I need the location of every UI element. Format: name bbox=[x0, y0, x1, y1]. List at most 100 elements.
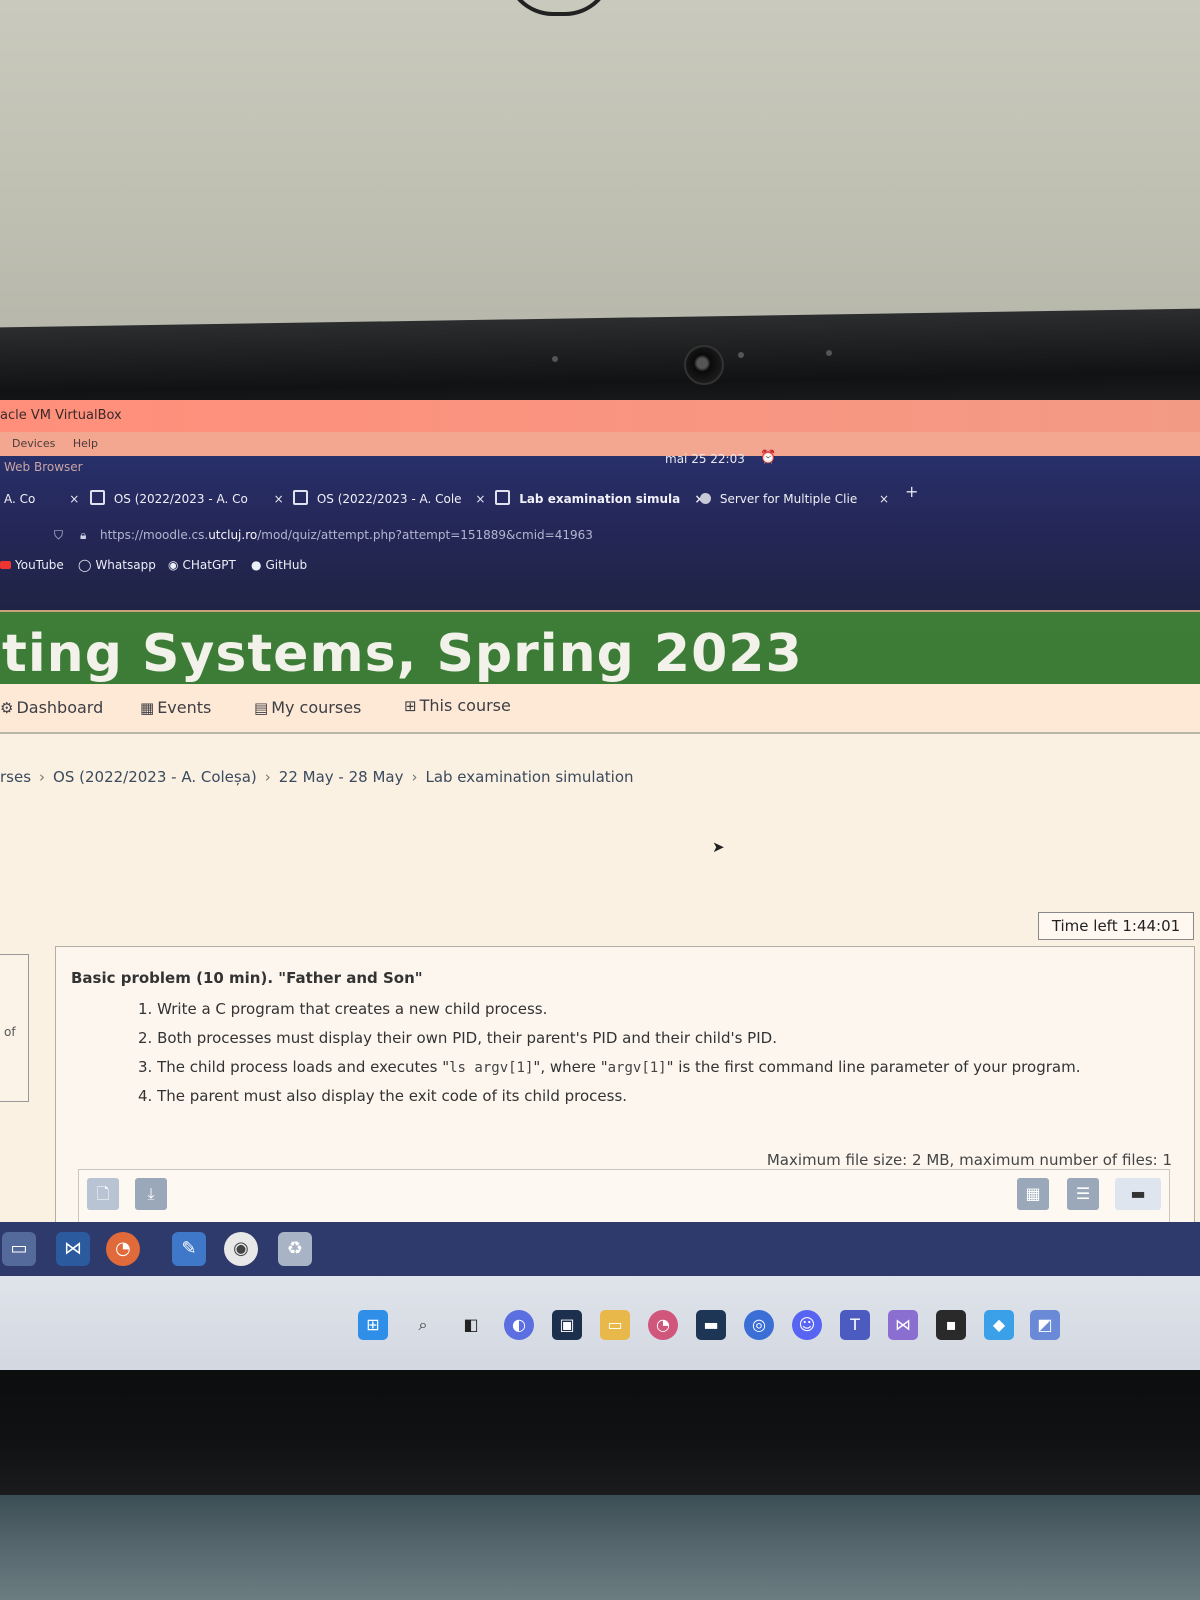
bezel-sensor bbox=[826, 350, 832, 356]
mouse-cursor-icon: ➤ bbox=[712, 838, 725, 856]
breadcrumb-item[interactable]: Lab examination simulation bbox=[425, 768, 633, 786]
download-icon[interactable]: ⤓ bbox=[135, 1178, 167, 1210]
quiz-navigation-block: of bbox=[0, 954, 29, 1102]
browser-chrome: Web Browser mai 25 22:03 ⏰ A. Co × OS (2… bbox=[0, 450, 1200, 610]
text-editor-icon[interactable]: ✎ bbox=[172, 1232, 206, 1266]
list-item: 4. The parent must also display the exit… bbox=[138, 1087, 628, 1105]
bookmark-chatgpt[interactable]: ◉ CHatGPT bbox=[168, 558, 236, 572]
breadcrumb-item[interactable]: 22 May - 28 May bbox=[279, 768, 404, 786]
visual-studio-icon[interactable]: ⋈ bbox=[888, 1310, 918, 1340]
briefcase-icon: ▤ bbox=[254, 699, 269, 717]
dashboard-icon: ⚙ bbox=[0, 699, 14, 717]
teams-icon[interactable]: T bbox=[840, 1310, 870, 1340]
question-list: 1. Write a C program that creates a new … bbox=[138, 995, 1080, 1111]
nav-my-courses[interactable]: ▤ My courses bbox=[254, 698, 361, 717]
close-tab-icon[interactable]: × bbox=[879, 492, 889, 506]
search-icon[interactable]: ⌕ bbox=[408, 1310, 438, 1340]
laptop-screen: acle VM VirtualBox Devices Help Web Brow… bbox=[0, 400, 1200, 1372]
app-icon[interactable]: ◩ bbox=[1030, 1310, 1060, 1340]
files-icon[interactable]: ▭ bbox=[2, 1232, 36, 1266]
task-view-icon[interactable]: ◧ bbox=[456, 1310, 486, 1340]
folder-view-icon[interactable]: ▬ bbox=[1115, 1178, 1161, 1210]
nav-dashboard[interactable]: ⚙ Dashboard bbox=[0, 698, 103, 717]
bookmark-github[interactable]: ● GitHub bbox=[251, 558, 307, 572]
nav-label: Dashboard bbox=[16, 698, 104, 717]
list-item: 1. Write a C program that creates a new … bbox=[138, 1000, 548, 1018]
tab-5[interactable]: Server for Multiple Clie × bbox=[700, 486, 889, 512]
terminal-icon[interactable]: ▬ bbox=[696, 1310, 726, 1340]
list-item: 2. Both processes must display their own… bbox=[138, 1029, 777, 1047]
webcam-icon bbox=[684, 345, 724, 385]
disc-icon[interactable]: ◉ bbox=[224, 1232, 258, 1266]
virtualbox-icon[interactable]: ◆ bbox=[984, 1310, 1014, 1340]
host-taskbar: ⊞ ⌕ ◧ ◐ ▣ ▭ ◔ ▬ ◎ ☺ T ⋈ ▪ ◆ ◩ bbox=[0, 1276, 1200, 1372]
bookmark-label: CHatGPT bbox=[182, 558, 236, 572]
question-title: Basic problem (10 min). "Father and Son" bbox=[71, 969, 423, 987]
app-label: Web Browser bbox=[4, 460, 83, 474]
url-domain: utcluj.ro bbox=[208, 528, 258, 542]
tab-label: A. Co bbox=[4, 492, 36, 506]
bell-icon[interactable]: ⏰ bbox=[760, 450, 776, 465]
new-tab-button[interactable]: + bbox=[905, 482, 918, 501]
chevron-right-icon: › bbox=[39, 768, 46, 786]
bookmark-label: GitHub bbox=[265, 558, 308, 572]
menu-help[interactable]: Help bbox=[73, 437, 98, 450]
tab-2[interactable]: OS (2022/2023 - A. Co × bbox=[90, 486, 284, 512]
vm-dock: ▭ ⋈ ◔ ✎ ◉ ♻ bbox=[0, 1222, 1200, 1276]
tab-4-active[interactable]: Lab examination simula × bbox=[495, 486, 705, 512]
url-text[interactable]: https://moodle.cs.utcluj.ro/mod/quiz/att… bbox=[100, 528, 593, 542]
tab-3[interactable]: OS (2022/2023 - A. Cole × bbox=[293, 486, 485, 512]
nav-label: My courses bbox=[271, 698, 362, 717]
tab-1[interactable]: A. Co × bbox=[4, 486, 79, 512]
tab-label: Server for Multiple Clie bbox=[719, 492, 858, 506]
list-view-icon[interactable]: ☰ bbox=[1067, 1178, 1099, 1210]
file-explorer-icon[interactable]: ▭ bbox=[600, 1310, 630, 1340]
tab-strip: A. Co × OS (2022/2023 - A. Co × OS (2022… bbox=[0, 486, 1200, 512]
breadcrumb: rses › OS (2022/2023 - A. Coleșa) › 22 May -… bbox=[0, 768, 634, 786]
datagrip-icon[interactable]: ▪ bbox=[936, 1310, 966, 1340]
tab-label: Lab examination simula bbox=[519, 492, 681, 506]
url-path: /mod/quiz/attempt.php?attempt=151889&cmi… bbox=[257, 528, 593, 542]
trash-icon[interactable]: ♻ bbox=[278, 1232, 312, 1266]
chevron-right-icon: › bbox=[264, 768, 271, 786]
github-icon: ● bbox=[251, 558, 262, 572]
time-left-box: Time left 1:44:01 bbox=[1038, 912, 1194, 940]
bookmark-label: YouTube bbox=[15, 558, 64, 572]
bookmark-youtube[interactable]: YouTube bbox=[0, 558, 64, 572]
new-file-icon[interactable]: 🗋 bbox=[87, 1178, 119, 1210]
menu-devices[interactable]: Devices bbox=[12, 437, 55, 450]
breadcrumb-item[interactable]: OS (2022/2023 - A. Coleșa) bbox=[53, 768, 257, 786]
course-header: ting Systems, Spring 2023 bbox=[0, 610, 1200, 686]
quiz-nav-text: of bbox=[4, 1025, 16, 1039]
firefox-host-icon[interactable]: ◔ bbox=[648, 1310, 678, 1340]
address-bar[interactable]: ⛉ 🔒︎ https://moodle.cs.utcluj.ro/mod/qui… bbox=[0, 524, 1200, 550]
code-snippet: argv[1] bbox=[607, 1060, 667, 1076]
youtube-icon bbox=[0, 561, 11, 569]
course-title: ting Systems, Spring 2023 bbox=[2, 624, 803, 684]
vscode-icon[interactable]: ⋈ bbox=[56, 1232, 90, 1266]
bookmark-whatsapp[interactable]: ◯ Whatsapp bbox=[78, 558, 156, 572]
moodle-icon bbox=[90, 490, 105, 505]
close-tab-icon[interactable]: × bbox=[69, 492, 79, 506]
close-tab-icon[interactable]: × bbox=[274, 492, 284, 506]
tab-label: OS (2022/2023 - A. Co bbox=[113, 492, 248, 506]
nav-this-course[interactable]: ⊞ This course bbox=[404, 696, 511, 715]
laptop-bezel-bottom bbox=[0, 1370, 1200, 1495]
grid-view-icon[interactable]: ▦ bbox=[1017, 1178, 1049, 1210]
shield-icon[interactable]: ⛉ bbox=[54, 528, 63, 543]
windows-start-icon[interactable]: ⊞ bbox=[358, 1310, 388, 1340]
discord-icon[interactable]: ☺ bbox=[792, 1310, 822, 1340]
browser-icon[interactable]: ◎ bbox=[744, 1310, 774, 1340]
lock-icon[interactable]: 🔒︎ bbox=[80, 528, 86, 543]
moodle-icon bbox=[293, 490, 308, 505]
nav-events[interactable]: ▦ Events bbox=[140, 698, 211, 717]
chat-icon[interactable]: ◐ bbox=[504, 1310, 534, 1340]
firefox-icon[interactable]: ◔ bbox=[106, 1232, 140, 1266]
tab-label: OS (2022/2023 - A. Cole bbox=[316, 492, 462, 506]
file-limits-text: Maximum file size: 2 MB, maximum number … bbox=[766, 1151, 1172, 1169]
code-snippet: ls argv[1] bbox=[449, 1060, 534, 1076]
breadcrumb-item[interactable]: rses bbox=[0, 768, 31, 786]
close-tab-icon[interactable]: × bbox=[475, 492, 485, 506]
nav-label: This course bbox=[419, 696, 511, 715]
tradingview-icon[interactable]: ▣ bbox=[552, 1310, 582, 1340]
